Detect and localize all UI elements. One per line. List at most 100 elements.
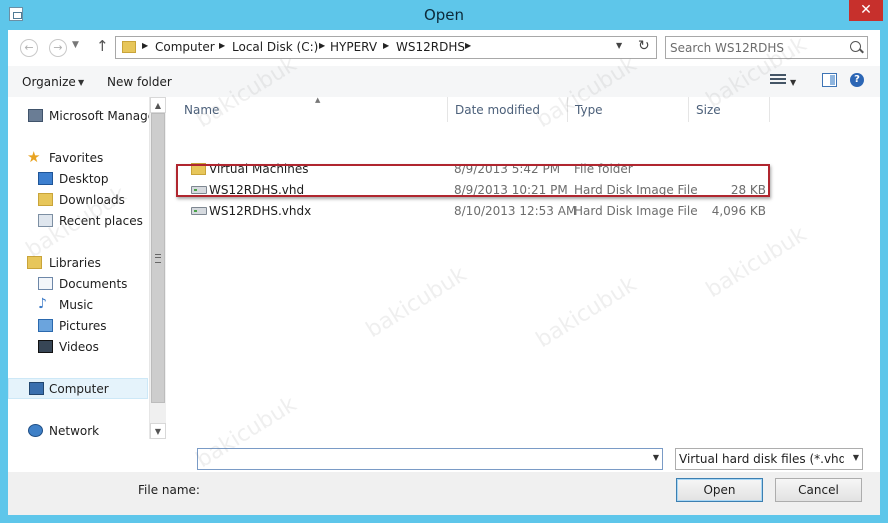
scroll-down-arrow-icon[interactable]: ▼ [150,423,166,439]
scrollbar-thumb[interactable] [151,113,165,403]
videos-icon [38,340,53,353]
preview-pane-icon[interactable] [822,73,837,87]
file-name-input[interactable] [201,451,641,467]
back-button[interactable]: ← [20,39,38,57]
view-options-caret-icon[interactable]: ▼ [790,78,796,87]
organize-button[interactable]: Organize [22,75,76,89]
column-header-label: Date modified [455,103,541,117]
scroll-up-arrow-icon[interactable]: ▲ [150,97,166,113]
open-button[interactable]: Open [676,478,763,502]
chevron-down-icon[interactable]: ▼ [853,453,859,462]
file-name-label: File name: [138,483,200,497]
pictures-icon [38,319,53,332]
file-row-ws12rdhs-vhdx[interactable]: WS12RDHS.vhdx 8/10/2013 12:53 AM Hard Di… [177,201,770,222]
sidebar-item-label: Microsoft Manager [49,109,161,123]
network-icon [28,424,43,437]
file-type-filter[interactable]: Virtual hard disk files (*.vhd;*. ▼ [675,448,863,470]
change-view-icon[interactable] [770,74,786,87]
sidebar-item-pictures[interactable]: Pictures [8,316,148,337]
desktop-icon [38,172,53,185]
sidebar-item-label: Music [59,298,94,312]
sidebar-item-microsoft-manager[interactable]: Microsoft Manager [8,106,160,127]
music-icon: ♪ [38,296,47,312]
recent-places-icon [38,214,53,227]
dialog-client: ← → ▼ ↑ ▶ Computer ▶ Local Disk (C:) ▶ H… [8,30,880,515]
breadcrumb-hyperv[interactable]: HYPERV [330,40,377,54]
highlight-annotation [176,164,770,197]
address-bar: ← → ▼ ↑ ▶ Computer ▶ Local Disk (C:) ▶ H… [8,30,880,66]
sidebar-item-label: Libraries [49,256,101,270]
sidebar-item-network[interactable]: Network [8,421,148,442]
sort-ascending-icon: ▲ [315,96,321,104]
recent-locations-dropdown[interactable]: ▼ [72,40,79,50]
file-list: Name ▲ Date modified Type Size Virtual M… [173,96,880,472]
column-header-size[interactable]: Size [689,97,770,122]
forward-button[interactable]: → [49,39,67,57]
open-dialog: Open ✕ ← → ▼ ↑ ▶ Computer ▶ Local Disk (… [0,0,888,523]
chevron-right-icon[interactable]: ▶ [383,41,389,50]
sidebar-item-libraries[interactable]: Libraries [8,253,148,274]
address-folder-icon [122,41,136,53]
sidebar-item-favorites[interactable]: ★ Favorites [8,148,148,169]
refresh-icon[interactable]: ↻ [638,38,650,54]
column-header-label: Name [184,103,220,117]
address-dropdown-icon[interactable]: ▼ [616,41,622,50]
column-header-name[interactable]: Name ▲ [177,96,448,122]
file-name: WS12RDHS.vhdx [209,204,312,218]
sidebar-item-recent-places[interactable]: Recent places [8,211,148,232]
chevron-right-icon[interactable]: ▶ [219,41,225,50]
sidebar-item-label: Favorites [49,151,104,165]
search-icon[interactable] [850,41,861,52]
sidebar-item-label: Recent places [59,214,143,228]
sidebar-item-label: Documents [59,277,128,291]
chevron-right-icon[interactable]: ▶ [319,41,325,50]
sidebar-item-label: Computer [49,382,109,396]
pane-splitter[interactable] [166,97,173,472]
title-bar: Open ✕ [0,0,888,30]
up-button[interactable]: ↑ [96,37,109,55]
column-header-type[interactable]: Type [568,97,689,122]
breadcrumb-local-disk[interactable]: Local Disk (C:) [232,40,318,54]
search-input[interactable] [670,39,840,56]
sidebar-item-videos[interactable]: Videos [8,337,148,358]
address-field[interactable]: ▶ Computer ▶ Local Disk (C:) ▶ HYPERV ▶ … [115,36,657,59]
sidebar-item-label: Desktop [59,172,109,186]
dialog-title: Open [423,6,465,24]
scrollbar-grip-icon [155,254,161,263]
column-header-label: Type [575,103,603,117]
breadcrumb-ws12rdhs[interactable]: WS12RDHS [396,40,465,54]
command-bar: Organize ▼ New folder ▼ ? [8,66,880,98]
sidebar-item-label: Downloads [59,193,125,207]
help-icon[interactable]: ? [850,73,864,87]
star-icon: ★ [27,148,41,166]
chevron-right-icon[interactable]: ▶ [465,41,471,50]
search-box[interactable] [665,36,868,59]
chevron-down-icon[interactable]: ▼ [78,78,84,87]
navigation-pane: Microsoft Manager ★ Favorites Desktop Do… [8,97,166,472]
column-header-label: Size [696,103,721,117]
server-manager-icon [28,109,43,122]
new-folder-button[interactable]: New folder [107,75,172,89]
file-type: Hard Disk Image File [574,204,698,218]
disk-image-icon [191,207,207,215]
sidebar-item-desktop[interactable]: Desktop [8,169,148,190]
cancel-button[interactable]: Cancel [775,478,862,502]
documents-icon [38,277,53,290]
file-type-filter-value: Virtual hard disk files (*.vhd;*. [679,452,844,466]
chevron-right-icon[interactable]: ▶ [142,41,148,50]
breadcrumb-computer[interactable]: Computer [155,40,215,54]
column-header-date-modified[interactable]: Date modified [448,97,568,122]
sidebar-item-music[interactable]: ♪ Music [8,295,148,316]
sidebar-item-computer[interactable]: Computer [8,378,148,399]
sidebar-item-label: Pictures [59,319,107,333]
file-date: 8/10/2013 12:53 AM [454,204,577,218]
sidebar-item-documents[interactable]: Documents [8,274,148,295]
file-size: 4,096 KB [711,204,766,218]
chevron-down-icon[interactable]: ▼ [653,453,659,462]
libraries-icon [27,256,42,269]
close-button[interactable]: ✕ [849,0,883,21]
navigation-scrollbar[interactable]: ▲ ▼ [149,97,166,439]
sidebar-item-downloads[interactable]: Downloads [8,190,148,211]
computer-icon [29,382,44,395]
file-name-combo[interactable]: ▼ [197,448,663,470]
